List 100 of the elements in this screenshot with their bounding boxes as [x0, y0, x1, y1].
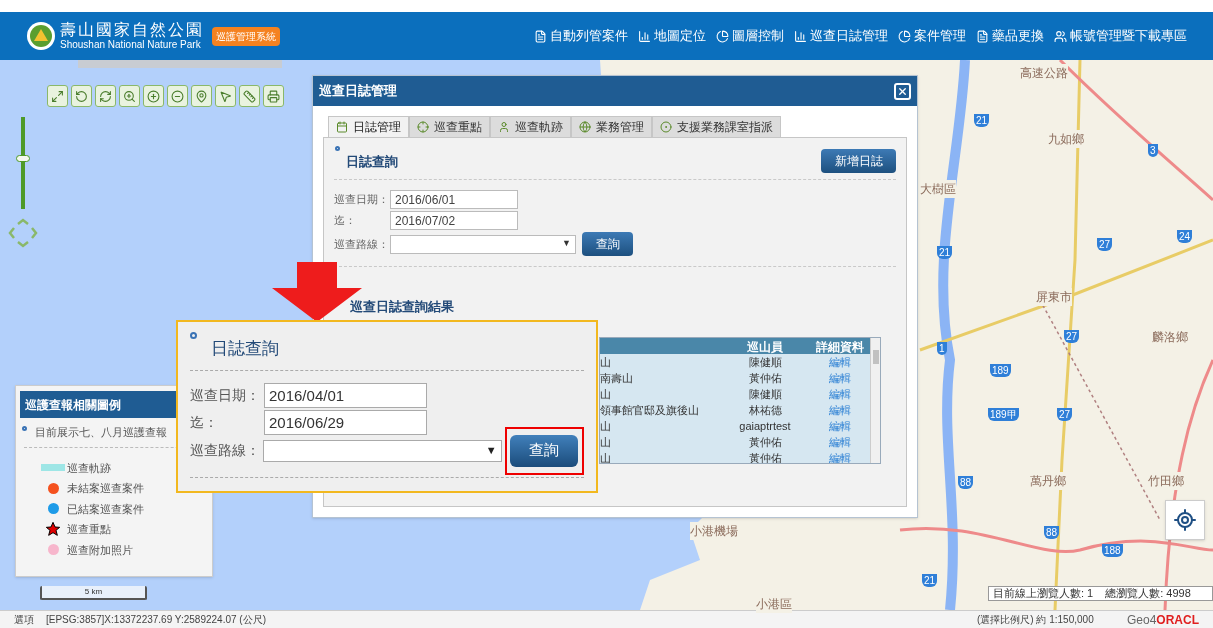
column-header: 巡山員	[746, 338, 784, 354]
pan-control-icon	[8, 218, 38, 248]
table-cell-text: 林祐德	[747, 402, 783, 418]
zoom-out-icon[interactable]	[167, 85, 188, 107]
zoom-in-icon[interactable]	[143, 85, 164, 107]
edit-link[interactable]: 編輯	[810, 433, 870, 450]
options-label: 選項	[14, 613, 35, 627]
rotate-icon[interactable]	[71, 85, 92, 107]
park-logo-icon	[26, 21, 56, 51]
table-cell-text: 山	[600, 450, 612, 463]
full-extent-icon[interactable]	[47, 85, 68, 107]
zoom-box-icon[interactable]	[119, 85, 140, 107]
tab[interactable]: 巡查軌跡	[490, 116, 571, 138]
locate-button[interactable]	[1165, 500, 1205, 540]
ruler-icon[interactable]	[239, 85, 260, 107]
edit-link[interactable]: 編輯	[810, 385, 870, 402]
road-shield: 3	[1148, 144, 1158, 157]
table-cell-text: 山	[600, 418, 612, 434]
add-log-button[interactable]: 新增日誌	[821, 149, 896, 173]
pin-icon[interactable]	[191, 85, 212, 107]
map-place-label: 大樹區	[920, 180, 956, 198]
nav-link[interactable]: 自動列管案件	[534, 26, 628, 46]
tab[interactable]: 日誌管理	[328, 116, 409, 138]
field-label: 巡查日期：	[334, 192, 390, 208]
edit-link[interactable]: 編輯	[810, 401, 870, 418]
calendar-icon	[336, 121, 348, 133]
close-button[interactable]	[894, 82, 911, 100]
pointer-icon[interactable]	[215, 85, 236, 107]
date-field[interactable]: 2016/07/02	[390, 211, 518, 230]
table-cell-text: 山	[600, 354, 612, 370]
legend-label: 已結案巡查案件	[67, 501, 144, 517]
scrollbar[interactable]	[870, 337, 880, 463]
table-cell-text: 陳健順	[747, 354, 783, 370]
map-place-label: 小港機場	[690, 522, 738, 540]
search-button[interactable]: 查詢	[510, 434, 579, 467]
results-title: 巡查日誌查詢結果	[350, 298, 455, 316]
map-place-label: 萬丹鄉	[1030, 472, 1066, 490]
road-shield: 189	[990, 364, 1011, 377]
users-icon	[1054, 29, 1067, 43]
field-label: 巡查路線：	[334, 236, 390, 252]
document-icon	[976, 29, 989, 43]
tab[interactable]: 巡查重點	[409, 116, 490, 138]
nav-link[interactable]: 案件管理	[898, 26, 966, 46]
edit-link[interactable]: 編輯	[810, 353, 870, 370]
crosshair-icon	[417, 121, 429, 133]
date-field[interactable]: 2016/06/01	[390, 190, 518, 209]
bar-chart-icon	[794, 29, 807, 43]
table-cell-text: 陳健順	[747, 386, 783, 402]
table-cell-text: 山	[600, 434, 612, 450]
section-title: 日誌查詢	[346, 153, 398, 171]
person-icon	[498, 121, 510, 133]
edit-link[interactable]: 編輯	[810, 369, 870, 386]
print-icon[interactable]	[263, 85, 284, 107]
map-place-label: 高速公路	[1020, 64, 1068, 82]
edit-link[interactable]: 編輯	[810, 449, 870, 463]
map-place-label: 屏東市	[1036, 288, 1072, 306]
slider-thumb[interactable]	[16, 155, 30, 163]
close-icon	[897, 85, 908, 97]
column-header: 詳細資料	[815, 338, 865, 354]
table-cell-text: gaiaptrtest	[738, 418, 792, 434]
nav-link[interactable]: 地圖定位	[638, 26, 706, 46]
nav-link[interactable]: 帳號管理暨下載專區	[1054, 26, 1187, 46]
date-field[interactable]: 2016/06/29	[264, 409, 427, 435]
nav-link[interactable]: 巡查日誌管理	[794, 26, 888, 46]
field-label: 巡查路線：	[190, 441, 261, 460]
total-count: 總瀏覽人數: 4998	[1105, 586, 1191, 602]
section-title: 日誌查詢	[211, 338, 279, 360]
park-title: 壽山國家自然公園	[60, 22, 204, 38]
edit-link[interactable]: 編輯	[810, 417, 870, 434]
dialog-title: 巡查日誌管理	[319, 82, 397, 101]
map-place-label: 九如鄉	[1048, 130, 1084, 148]
field-label: 迄：	[334, 213, 357, 229]
legend-label: 巡查軌跡	[67, 460, 111, 476]
table-cell-text: 南壽山	[600, 370, 634, 386]
legend-label: 巡查重點	[67, 522, 111, 537]
legend-note: 目前展示七、八月巡護查報	[35, 425, 167, 440]
coordinates-text: [EPSG:3857]X:13372237.69 Y:2589224.07 (公尺)	[46, 613, 267, 627]
search-button[interactable]: 查詢	[582, 232, 633, 256]
route-select[interactable]: ▼	[263, 439, 502, 462]
zoom-slider[interactable]	[17, 117, 29, 209]
table-cell-text: 黃仲佑	[747, 434, 783, 450]
nav-link[interactable]: 圖層控制	[716, 26, 784, 46]
refresh-icon[interactable]	[95, 85, 116, 107]
brand-logo: Geo4ORACL	[1127, 611, 1201, 628]
bullet-icon	[190, 332, 197, 339]
road-shield: 21	[937, 246, 953, 259]
map-place-label: 麟洛鄉	[1152, 328, 1188, 346]
system-badge: 巡護管理系統	[212, 26, 280, 46]
date-field[interactable]: 2016/04/01	[264, 382, 427, 408]
caret-icon: ▼	[485, 442, 497, 459]
scale-select[interactable]: (選擇比例尺) 約 1:150,000	[977, 612, 1127, 627]
tab[interactable]: 支援業務課室指派	[652, 116, 781, 138]
tab[interactable]: 業務管理	[571, 116, 652, 138]
route-select[interactable]: ▼	[390, 234, 576, 254]
table-cell-text: 山	[600, 386, 612, 402]
pie-chart-icon	[898, 29, 911, 43]
park-subtitle: Shoushan National Nature Park	[60, 40, 202, 50]
map-place-label: 小港區	[756, 595, 792, 613]
pie-chart-icon	[716, 29, 729, 43]
nav-link[interactable]: 藥品更換	[976, 26, 1044, 46]
